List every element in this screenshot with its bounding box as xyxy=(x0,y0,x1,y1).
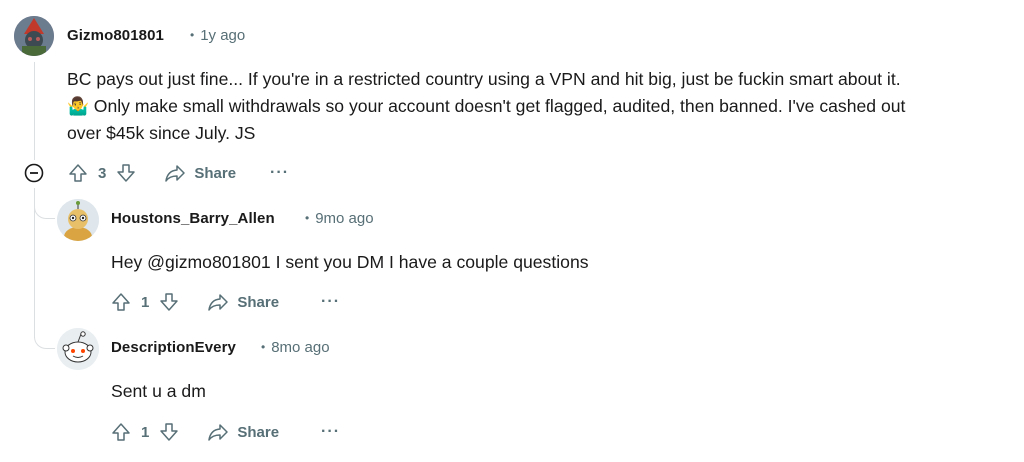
more-options-button[interactable]: ··· xyxy=(321,423,340,441)
time-ago: 8mo ago xyxy=(271,339,330,356)
share-icon xyxy=(165,165,186,182)
timestamp: • 8mo ago xyxy=(261,339,330,356)
share-icon xyxy=(208,424,229,441)
arrow-up-icon xyxy=(112,293,130,311)
thread-branch xyxy=(34,310,55,349)
downvote-button[interactable] xyxy=(114,161,138,185)
share-button[interactable]: Share xyxy=(164,163,236,183)
collapse-thread-button[interactable] xyxy=(24,163,44,183)
downvote-button[interactable] xyxy=(157,420,181,444)
username[interactable]: DescriptionEvery xyxy=(111,339,236,356)
share-icon xyxy=(208,294,229,311)
comment-actions: 1 Share ··· xyxy=(109,417,340,447)
downvote-button[interactable] xyxy=(157,290,181,314)
thread-branch xyxy=(34,188,55,219)
comment-line: Sent u a dm xyxy=(111,381,206,401)
timestamp: • 9mo ago xyxy=(305,210,374,227)
comment-line: 🤷‍♂️ Only make small withdrawals so your… xyxy=(67,96,906,116)
arrow-down-icon xyxy=(160,293,179,311)
comment-body: Hey @gizmo801801 I sent you DM I have a … xyxy=(111,249,991,276)
vote-count: 1 xyxy=(141,293,150,311)
separator-dot: • xyxy=(190,28,195,42)
timestamp: • 1y ago xyxy=(190,27,245,44)
separator-dot: • xyxy=(305,211,310,225)
share-label: Share xyxy=(237,423,280,441)
vote-count: 1 xyxy=(141,423,150,441)
share-label: Share xyxy=(194,164,237,182)
avatar[interactable] xyxy=(14,16,54,56)
time-ago: 1y ago xyxy=(200,27,246,44)
comment-body: Sent u a dm xyxy=(111,378,991,405)
more-options-button[interactable]: ··· xyxy=(270,164,289,182)
arrow-up-icon xyxy=(69,164,87,182)
vote-count: 3 xyxy=(98,164,107,182)
upvote-button[interactable] xyxy=(109,420,133,444)
arrow-down-icon xyxy=(160,423,179,441)
avatar[interactable] xyxy=(57,199,99,241)
comment-body: BC pays out just fine... If you're in a … xyxy=(67,66,1017,147)
username[interactable]: Gizmo801801 xyxy=(67,27,164,44)
share-label: Share xyxy=(237,293,280,311)
time-ago: 9mo ago xyxy=(315,210,374,227)
comment-line: over $45k since July. JS xyxy=(67,123,256,143)
thread-line xyxy=(34,62,35,160)
comment-actions: 3 Share ··· xyxy=(66,158,289,188)
upvote-button[interactable] xyxy=(66,161,90,185)
more-options-button[interactable]: ··· xyxy=(321,293,340,311)
minus-circle-icon xyxy=(24,163,44,183)
separator-dot: • xyxy=(261,340,266,354)
upvote-button[interactable] xyxy=(109,290,133,314)
share-button[interactable]: Share xyxy=(207,292,279,312)
comment-line: BC pays out just fine... If you're in a … xyxy=(67,69,901,89)
username[interactable]: Houstons_Barry_Allen xyxy=(111,210,275,227)
share-button[interactable]: Share xyxy=(207,422,279,442)
arrow-up-icon xyxy=(112,423,130,441)
comment-line: Hey @gizmo801801 I sent you DM I have a … xyxy=(111,252,589,272)
comment-actions: 1 Share ··· xyxy=(109,287,340,317)
arrow-down-icon xyxy=(117,164,136,182)
avatar[interactable] xyxy=(57,328,99,370)
